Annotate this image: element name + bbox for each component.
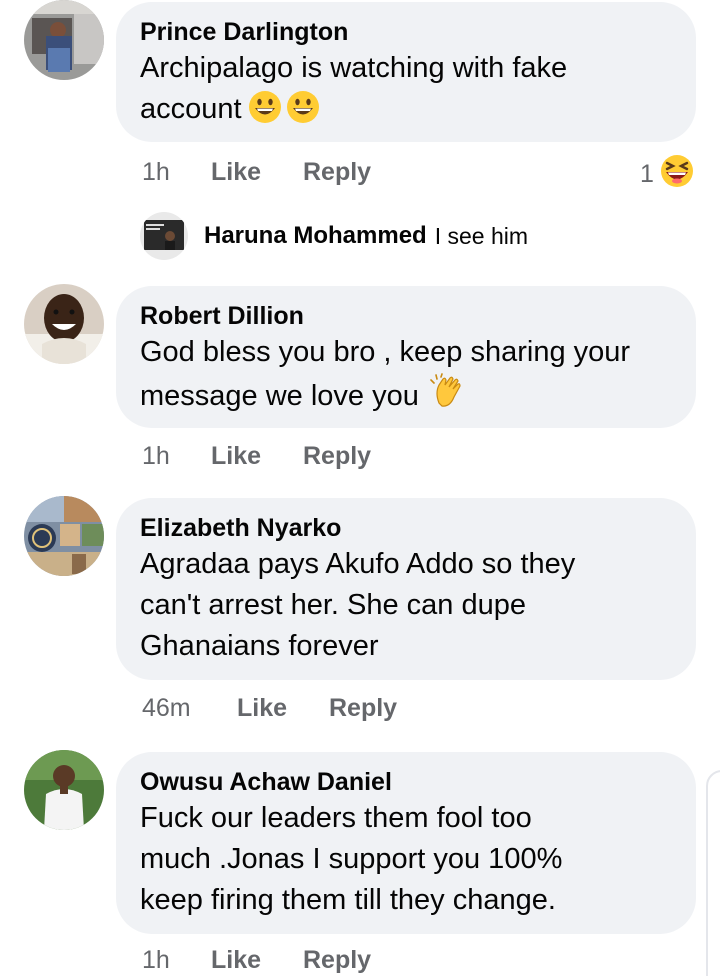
comment-actions: 1h Like Reply — [142, 946, 371, 975]
avatar[interactable] — [24, 496, 104, 576]
avatar[interactable] — [24, 284, 104, 364]
reply-button[interactable]: Reply — [303, 946, 371, 975]
avatar[interactable] — [24, 0, 104, 80]
comment-timestamp[interactable]: 1h — [142, 946, 211, 975]
comment-feed: Prince Darlington Archipalago is watchin… — [0, 0, 720, 976]
comment-timestamp[interactable]: 1h — [142, 442, 211, 471]
comment-text: message we love you — [140, 373, 672, 417]
reply-button[interactable]: Reply — [303, 158, 371, 187]
comment-text: keep firing them till they change. — [140, 884, 556, 916]
reply-preview[interactable]: Haruna Mohammed I see him — [204, 222, 528, 250]
comment-bubble[interactable]: Prince Darlington Archipalago is watchin… — [116, 2, 696, 142]
comment-timestamp[interactable]: 1h — [142, 158, 211, 187]
comment-text: Fuck our leaders them fool too — [140, 802, 532, 834]
like-button[interactable]: Like — [211, 946, 303, 975]
like-button[interactable]: Like — [237, 694, 329, 723]
reply-text: I see him — [434, 222, 529, 249]
comment-author[interactable]: Prince Darlington — [140, 16, 672, 48]
grinning-face-icon — [286, 90, 320, 124]
reply-button[interactable]: Reply — [329, 694, 397, 723]
grinning-face-icon — [248, 90, 282, 124]
comment-text: much .Jonas I support you 100% — [140, 843, 563, 875]
comment-bubble[interactable]: Robert Dillion God bless you bro , keep … — [116, 286, 696, 428]
comment-actions: 1h Like Reply — [142, 158, 371, 187]
avatar[interactable] — [24, 750, 104, 830]
comment-text: can't arrest her. She can dupe — [140, 589, 527, 621]
reply-button[interactable]: Reply — [303, 442, 371, 471]
comment-actions: 1h Like Reply — [142, 442, 371, 471]
comment-text: Archipalago is watching with fake — [140, 52, 568, 84]
comment-author[interactable]: Owusu Achaw Daniel — [140, 766, 672, 798]
comment-text-line: message we love you — [140, 380, 419, 412]
comment-author[interactable]: Elizabeth Nyarko — [140, 512, 672, 544]
laughing-squint-face-icon — [660, 154, 694, 195]
comment-text: account — [140, 89, 672, 130]
reaction-count[interactable]: 1 — [640, 154, 694, 195]
comment-bubble[interactable]: Owusu Achaw Daniel Fuck our leaders them… — [116, 752, 696, 934]
comment-bubble[interactable]: Elizabeth Nyarko Agradaa pays Akufo Addo… — [116, 498, 696, 680]
clapping-hands-icon — [429, 373, 467, 411]
offscreen-card — [706, 770, 720, 976]
avatar[interactable] — [140, 212, 188, 260]
like-button[interactable]: Like — [211, 158, 303, 187]
comment-text-line: account — [140, 93, 242, 125]
reaction-count-value: 1 — [640, 160, 654, 188]
comment-text: God bless you bro , keep sharing your — [140, 336, 631, 368]
comment-actions: 46m Like Reply — [142, 694, 397, 723]
comment-timestamp[interactable]: 46m — [142, 694, 237, 723]
comment-author[interactable]: Robert Dillion — [140, 300, 672, 332]
comment-text: Agradaa pays Akufo Addo so they — [140, 548, 576, 580]
reply-author[interactable]: Haruna Mohammed — [204, 222, 427, 250]
comment-text: Ghanaians forever — [140, 630, 379, 662]
like-button[interactable]: Like — [211, 442, 303, 471]
